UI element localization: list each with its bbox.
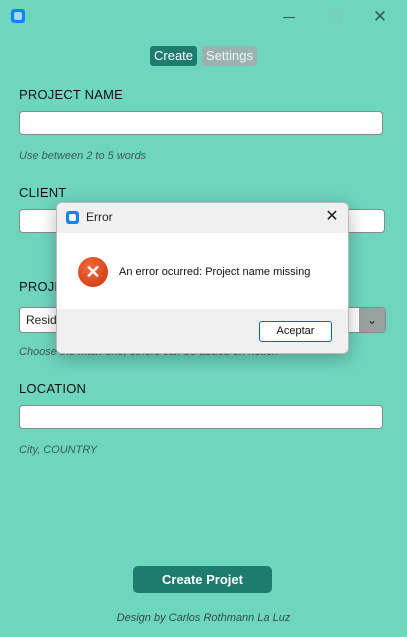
error-icon: ✕ [78, 257, 108, 287]
dialog-app-icon [66, 211, 79, 224]
dialog-title: Error [86, 210, 113, 224]
tab-create[interactable]: Create [150, 46, 198, 66]
window-titlebar: ✕ [0, 0, 407, 34]
location-input[interactable] [19, 405, 383, 429]
project-name-label: PROJECT NAME [19, 87, 124, 102]
project-name-hint: Use between 2 to 5 words [19, 150, 147, 162]
dialog-titlebar: Error ✕ [57, 203, 348, 233]
location-label: LOCATION [19, 381, 87, 396]
location-hint: City, COUNTRY [19, 444, 98, 456]
maximize-icon[interactable] [326, 8, 344, 26]
project-name-input[interactable] [19, 111, 383, 135]
close-icon[interactable]: ✕ [371, 8, 389, 26]
client-label: CLIENT [19, 185, 67, 200]
chevron-down-icon[interactable]: ⌄ [359, 308, 385, 332]
create-project-button[interactable]: Create Projet [133, 566, 272, 593]
dialog-body: ✕ An error ocurred: Project name missing [57, 233, 348, 309]
error-dialog: Error ✕ ✕ An error ocurred: Project name… [56, 202, 349, 354]
accept-button[interactable]: Aceptar [259, 321, 332, 342]
project-type-selected: Resid [26, 313, 57, 327]
minimize-icon[interactable] [280, 8, 298, 26]
dialog-footer: Aceptar [57, 309, 348, 353]
dialog-close-icon[interactable]: ✕ [322, 207, 342, 227]
error-message: An error ocurred: Project name missing [119, 266, 311, 278]
app-icon [11, 9, 25, 23]
tab-settings[interactable]: Settings [202, 46, 258, 66]
footer-credit: Design by Carlos Rothmann La Luz [116, 612, 291, 624]
tab-bar: Create Settings [150, 46, 258, 66]
